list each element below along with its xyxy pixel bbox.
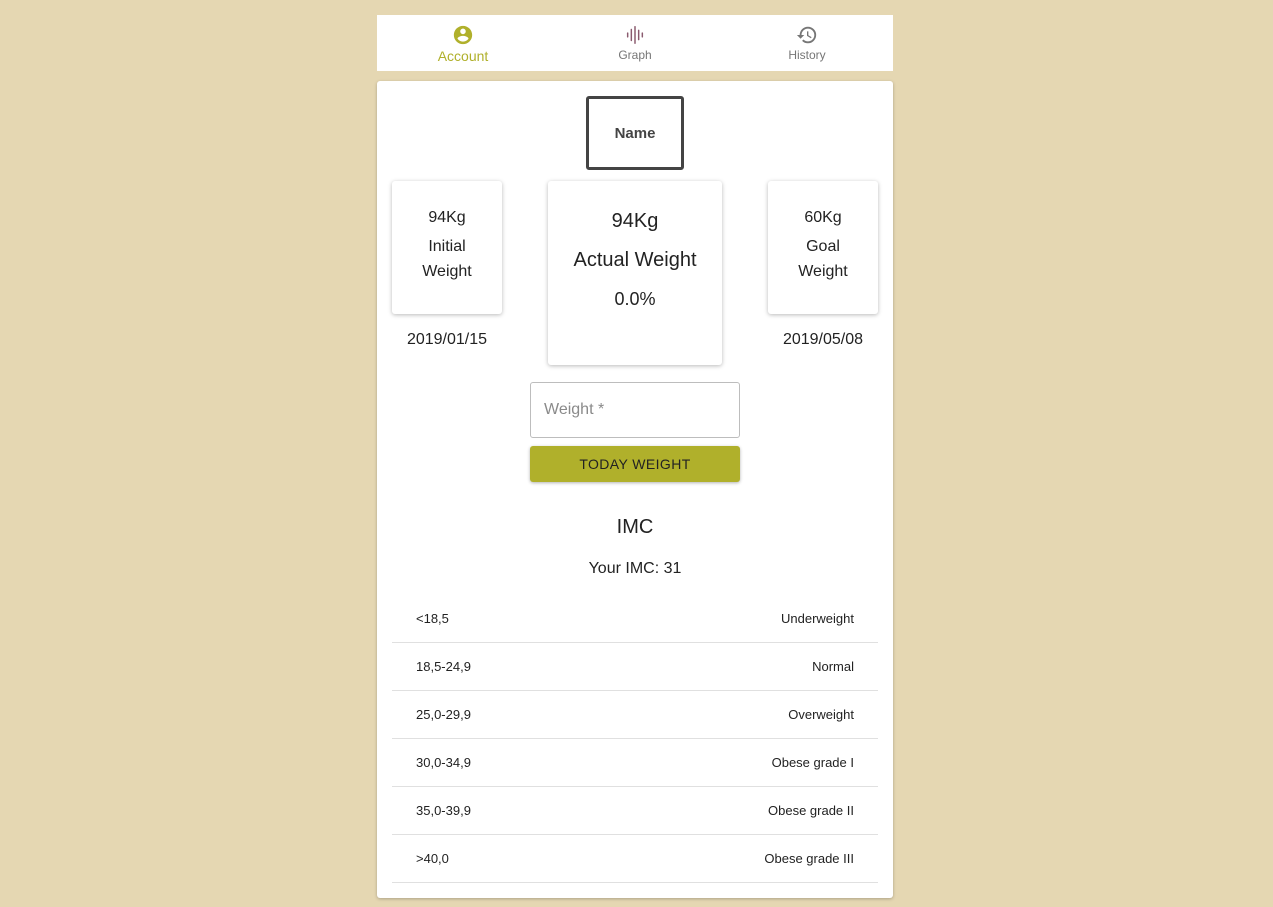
initial-weight-label: Initial Weight (422, 238, 472, 280)
table-row: <18,5 Underweight (392, 595, 878, 643)
imc-range: >40,0 (416, 851, 449, 866)
imc-category: Normal (812, 659, 854, 674)
initial-weight-date: 2019/01/15 (406, 331, 488, 348)
bottom-navigation: Account Graph History (377, 15, 893, 71)
account-circle-icon (452, 24, 474, 46)
actual-weight-value: 94Kg (611, 210, 659, 232)
imc-range: 35,0-39,9 (416, 803, 471, 818)
graph-icon (624, 24, 646, 46)
account-card: Name 94Kg Initial Weight 94Kg Actual Wei… (377, 81, 893, 898)
tab-graph-label: Graph (618, 48, 652, 62)
actual-weight-label: Actual Weight (573, 249, 697, 271)
imc-category: Underweight (781, 611, 854, 626)
tab-history-label: History (788, 48, 826, 62)
goal-weight-card: 60Kg Goal Weight (768, 181, 878, 314)
imc-title: IMC (616, 516, 654, 538)
goal-weight-label: Goal Weight (798, 238, 848, 280)
imc-range: 30,0-34,9 (416, 755, 471, 770)
user-name: Name (586, 96, 684, 170)
table-row: 25,0-29,9 Overweight (392, 691, 878, 739)
tab-graph[interactable]: Graph (549, 15, 721, 71)
imc-range: 25,0-29,9 (416, 707, 471, 722)
history-icon (796, 24, 818, 46)
goal-weight-date: 2019/05/08 (782, 331, 864, 348)
weight-change-percent: 0.0% (614, 289, 656, 309)
initial-weight-value: 94Kg (428, 209, 466, 226)
tab-history[interactable]: History (721, 15, 893, 71)
table-row: >40,0 Obese grade III (392, 835, 878, 883)
imc-range: 18,5-24,9 (416, 659, 471, 674)
today-weight-button[interactable]: TODAY WEIGHT (530, 446, 740, 482)
weight-input[interactable] (530, 382, 740, 438)
imc-table: <18,5 Underweight 18,5-24,9 Normal 25,0-… (392, 595, 878, 883)
table-row: 35,0-39,9 Obese grade II (392, 787, 878, 835)
initial-weight-card: 94Kg Initial Weight (392, 181, 502, 314)
tab-account[interactable]: Account (377, 15, 549, 71)
imc-category: Obese grade III (764, 851, 854, 866)
table-row: 30,0-34,9 Obese grade I (392, 739, 878, 787)
imc-category: Overweight (788, 707, 854, 722)
imc-category: Obese grade II (768, 803, 854, 818)
imc-category: Obese grade I (771, 755, 854, 770)
actual-weight-card: 94Kg Actual Weight 0.0% (548, 181, 722, 365)
table-row: 18,5-24,9 Normal (392, 643, 878, 691)
your-imc: Your IMC: 31 (588, 560, 682, 577)
imc-range: <18,5 (416, 611, 449, 626)
goal-weight-value: 60Kg (804, 209, 842, 226)
tab-account-label: Account (437, 48, 489, 64)
